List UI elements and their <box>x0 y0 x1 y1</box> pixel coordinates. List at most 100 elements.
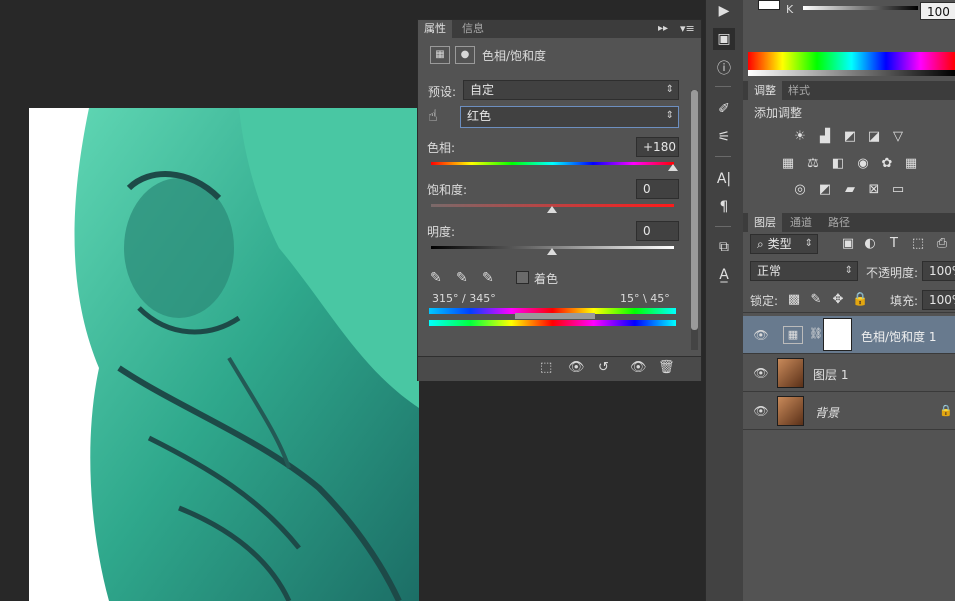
channel-select[interactable]: 红色 <box>460 106 679 128</box>
tab-properties[interactable]: 属性 <box>418 20 452 38</box>
color-balance-icon[interactable]: ⚖ <box>805 156 821 172</box>
posterize-icon[interactable]: ◩ <box>817 182 833 198</box>
k-value-input[interactable]: 100 <box>920 2 955 20</box>
selective-color-icon[interactable]: ⊠ <box>866 182 882 198</box>
panel-icon-strip <box>705 0 744 601</box>
colorize-label: 着色 <box>534 272 559 286</box>
play-icon[interactable]: ▶ <box>713 0 735 22</box>
color-ramp-gray[interactable] <box>748 70 955 76</box>
properties-panel-icon[interactable]: ▣ <box>713 28 735 50</box>
filter-type-icon[interactable]: T <box>886 236 902 252</box>
preset-select[interactable]: 自定 <box>463 80 679 100</box>
toggle-visibility-icon[interactable]: 👁 <box>630 360 647 376</box>
threshold-icon[interactable]: ▰ <box>842 182 858 198</box>
filter-shape-icon[interactable]: ⬚ <box>910 236 926 252</box>
visibility-eye-icon[interactable]: 👁 <box>753 365 769 381</box>
char-style-icon[interactable]: ⧉ <box>713 236 735 258</box>
layer-row-layer1[interactable]: 👁 图层 1 <box>743 354 955 392</box>
hue-sat-icon[interactable]: ▦ <box>780 156 796 172</box>
result-color-bar <box>429 320 676 326</box>
lock-all-icon[interactable]: 🔒 <box>852 292 868 308</box>
link-icon[interactable]: ⛓ <box>809 327 823 340</box>
info-icon[interactable]: ⓘ <box>713 58 735 80</box>
lock-icon: 🔒 <box>939 404 953 417</box>
hue-slider-thumb[interactable] <box>668 164 678 171</box>
reset-icon[interactable]: ↺ <box>598 360 609 376</box>
eyedropper-icon[interactable]: ✎ <box>430 270 442 286</box>
curves-icon[interactable]: ◩ <box>842 129 858 145</box>
visibility-eye-icon[interactable]: 👁 <box>753 327 769 343</box>
adjustment-layer-icon: ▦ <box>783 326 803 344</box>
color-ramp[interactable] <box>748 52 955 70</box>
lock-transparent-icon[interactable]: ▩ <box>786 292 802 308</box>
layer-row-background[interactable]: 👁 背景 🔒 <box>743 392 955 430</box>
saturation-input[interactable]: 0 <box>636 179 679 199</box>
hue-label: 色相: <box>427 141 456 155</box>
lightness-input[interactable]: 0 <box>636 221 679 241</box>
add-adjustment-label: 添加调整 <box>754 106 803 120</box>
gradient-map-icon[interactable]: ▭ <box>890 182 906 198</box>
adjustment-layer-icon[interactable]: ▦ <box>430 46 450 64</box>
range-selector[interactable] <box>515 313 595 319</box>
opacity-input[interactable]: 100% <box>922 261 955 281</box>
hue-input[interactable]: +180 <box>636 137 679 157</box>
saturation-slider-thumb[interactable] <box>547 206 557 213</box>
layer-row-hue-saturation[interactable]: 👁 ▦ ⛓ 色相/饱和度 1 <box>743 316 955 354</box>
layer-name[interactable]: 背景 <box>815 404 839 421</box>
panel-title: 色相/饱和度 <box>482 49 547 63</box>
collapse-icon[interactable]: ▸▸ <box>658 21 668 37</box>
view-previous-icon[interactable]: 👁 <box>568 360 585 376</box>
properties-scrollbar-thumb[interactable] <box>691 90 698 330</box>
hand-adjust-icon[interactable]: ☝ <box>428 108 438 124</box>
invert-icon[interactable]: ◎ <box>792 182 808 198</box>
tab-styles[interactable]: 样式 <box>784 81 814 100</box>
filter-adjustment-icon[interactable]: ◐ <box>862 236 878 252</box>
clip-to-layer-icon[interactable]: ⬚ <box>540 360 552 376</box>
tab-adjustments[interactable]: 调整 <box>748 81 782 100</box>
eyedropper-minus-icon[interactable]: ✎ <box>482 270 494 286</box>
hue-slider[interactable] <box>431 162 674 165</box>
image-document[interactable] <box>29 108 419 601</box>
channel-mixer-icon[interactable]: ✿ <box>879 156 895 172</box>
tab-channels[interactable]: 通道 <box>786 213 816 232</box>
layer-mask-thumbnail[interactable] <box>823 318 852 351</box>
layer-filter-value: 类型 <box>767 237 792 251</box>
fill-input[interactable]: 100% <box>922 290 955 310</box>
para-style-icon[interactable]: A̲ <box>713 264 735 286</box>
brush-preset-icon[interactable]: ⚟ <box>713 126 735 148</box>
character-icon[interactable]: A| <box>713 168 735 190</box>
brushes-icon[interactable]: ✐ <box>713 98 735 120</box>
delete-icon[interactable]: 🗑 <box>658 360 675 376</box>
brightness-icon[interactable]: ☀ <box>792 129 808 145</box>
blend-mode-select[interactable]: 正常 <box>750 261 858 281</box>
lightness-slider-thumb[interactable] <box>547 248 557 255</box>
range-right-value: 15° \ 45° <box>620 292 670 305</box>
photo-filter-icon[interactable]: ◉ <box>855 156 871 172</box>
tab-info[interactable]: 信息 <box>456 20 490 38</box>
layer-name[interactable]: 色相/饱和度 1 <box>861 328 937 345</box>
k-slider[interactable] <box>803 6 918 10</box>
panel-menu-icon[interactable]: ▾≡ <box>680 21 695 37</box>
filter-smart-icon[interactable]: ⎙ <box>934 236 950 252</box>
mask-icon[interactable]: ● <box>455 46 475 64</box>
vibrance-icon[interactable]: ▽ <box>890 129 906 145</box>
eyedropper-plus-icon[interactable]: ✎ <box>456 270 468 286</box>
filter-pixel-icon[interactable]: ▣ <box>840 236 856 252</box>
tab-layers[interactable]: 图层 <box>748 213 782 232</box>
layer-filter-select[interactable]: ⌕ 类型 <box>750 234 818 254</box>
colorize-checkbox[interactable] <box>516 271 529 284</box>
tab-paths[interactable]: 路径 <box>824 213 854 232</box>
properties-tabbar: 属性 信息 ▸▸ ▾≡ <box>418 20 701 38</box>
black-white-icon[interactable]: ◧ <box>830 156 846 172</box>
layer-name[interactable]: 图层 1 <box>813 366 848 383</box>
lock-position-icon[interactable]: ✥ <box>830 292 846 308</box>
paragraph-icon[interactable]: ¶ <box>713 196 735 218</box>
color-swatch[interactable] <box>758 0 780 10</box>
channel-value: 红色 <box>467 109 492 123</box>
exposure-icon[interactable]: ◪ <box>866 129 882 145</box>
properties-scrollbar[interactable] <box>691 90 698 350</box>
visibility-eye-icon[interactable]: 👁 <box>753 403 769 419</box>
color-lookup-icon[interactable]: ▦ <box>903 156 919 172</box>
lock-image-icon[interactable]: ✎ <box>808 292 824 308</box>
levels-icon[interactable]: ▟ <box>817 129 833 145</box>
